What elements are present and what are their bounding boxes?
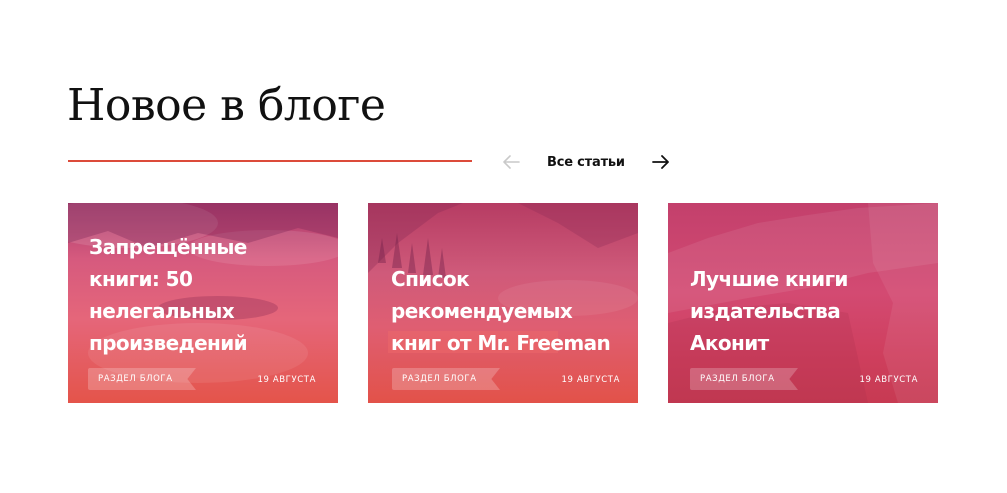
title-underline <box>68 160 472 162</box>
card-title: Запрещённые книги: 50 нелегальных произв… <box>89 235 248 355</box>
arrow-right-icon[interactable] <box>650 151 672 173</box>
blog-navigation: Все статьи <box>500 148 672 176</box>
arrow-left-icon[interactable] <box>500 151 522 173</box>
card-date: 19 АВГУСТА <box>257 375 316 385</box>
category-tag[interactable]: РАЗДЕЛ БЛОГА <box>88 368 196 390</box>
category-tag[interactable]: РАЗДЕЛ БЛОГА <box>392 368 500 390</box>
category-tag-label: РАЗДЕЛ БЛОГА <box>700 374 775 384</box>
card-date: 19 АВГУСТА <box>859 375 918 385</box>
blog-card[interactable]: Список рекомендуемых книг от Mr. Freeman… <box>368 203 638 403</box>
card-title: Лучшие книги издательства Аконит <box>690 267 848 355</box>
blog-section: Новое в блоге Все статьи Запрещённые кни… <box>0 0 1007 493</box>
all-articles-link[interactable]: Все статьи <box>547 155 625 170</box>
section-title: Новое в блоге <box>67 80 386 131</box>
card-date: 19 АВГУСТА <box>561 375 620 385</box>
category-tag-label: РАЗДЕЛ БЛОГА <box>98 374 173 384</box>
card-title: Список рекомендуемых книг от Mr. Freeman <box>391 267 611 355</box>
blog-card[interactable]: Лучшие книги издательства Аконит РАЗДЕЛ … <box>668 203 938 403</box>
blog-card[interactable]: Запрещённые книги: 50 нелегальных произв… <box>68 203 338 403</box>
category-tag-label: РАЗДЕЛ БЛОГА <box>402 374 477 384</box>
category-tag[interactable]: РАЗДЕЛ БЛОГА <box>690 368 798 390</box>
